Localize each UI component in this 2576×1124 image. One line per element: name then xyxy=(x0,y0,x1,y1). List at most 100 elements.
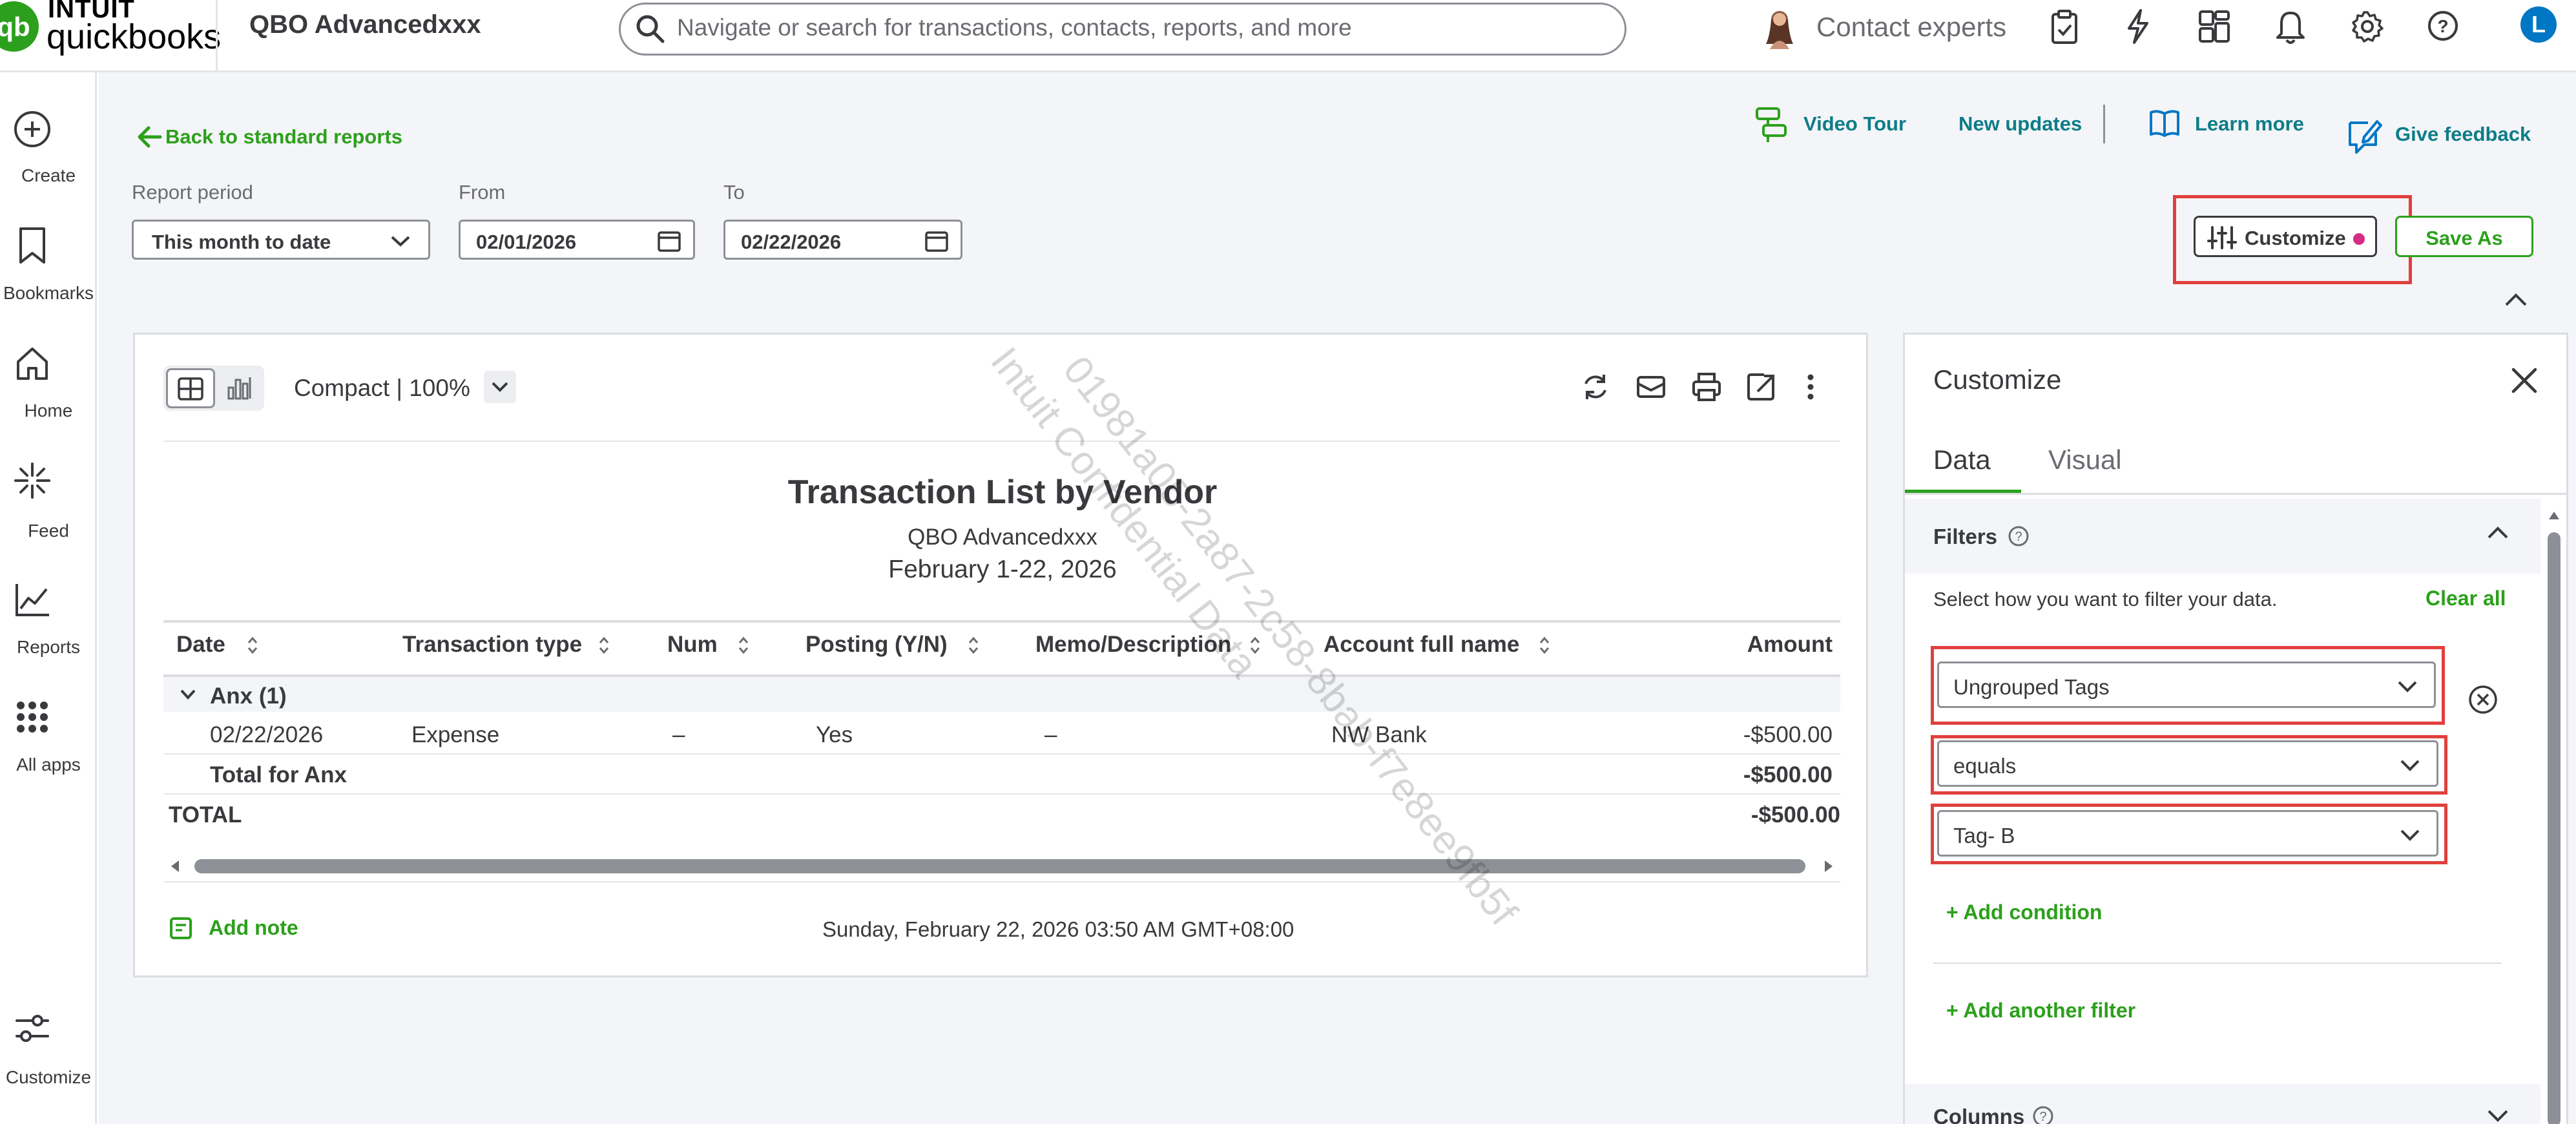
panel-scrollbar-thumb[interactable] xyxy=(2548,532,2560,1124)
sort-icon[interactable] xyxy=(246,634,259,656)
chart-icon[interactable] xyxy=(13,580,52,619)
contact-experts-link[interactable]: Contact experts xyxy=(1816,12,2006,43)
filter-divider xyxy=(1933,963,2502,964)
plus-circle-icon[interactable] xyxy=(12,109,53,150)
video-tour-link[interactable]: Video Tour xyxy=(1803,112,1906,136)
table-view-button[interactable] xyxy=(166,368,215,408)
col-num[interactable]: Num xyxy=(667,632,718,658)
back-arrow-icon[interactable] xyxy=(136,123,164,151)
clear-all-link[interactable]: Clear all xyxy=(2425,587,2506,610)
back-to-standard-reports-link[interactable]: Back to standard reports xyxy=(165,125,402,149)
customize-button[interactable]: Customize xyxy=(2194,216,2377,257)
note-icon[interactable] xyxy=(169,916,193,941)
add-condition-link[interactable]: + Add condition xyxy=(1946,900,2102,924)
new-updates-link[interactable]: New updates xyxy=(1958,112,2082,136)
add-note-link[interactable]: Add note xyxy=(209,916,298,940)
chevron-up-icon[interactable] xyxy=(2485,523,2511,544)
give-feedback-link[interactable]: Give feedback xyxy=(2395,123,2531,146)
chevron-down-icon[interactable] xyxy=(179,687,197,702)
scrollbar-thumb[interactable] xyxy=(194,859,1805,873)
email-icon[interactable] xyxy=(1635,371,1667,403)
columns-section-header[interactable]: Columns ? xyxy=(1905,1084,2540,1124)
nav-create[interactable]: Create xyxy=(0,165,97,186)
table-header: Date Transaction type Num Posting (Y/N) … xyxy=(163,632,1840,671)
group-row[interactable]: Anx (1) xyxy=(163,677,1840,712)
nav-all-apps[interactable]: All apps xyxy=(0,755,97,775)
nav-feed[interactable]: Feed xyxy=(0,521,97,541)
filter-operator-select[interactable]: equals xyxy=(1937,740,2438,787)
filter-value-select[interactable]: Tag- B xyxy=(1937,810,2438,857)
home-icon[interactable] xyxy=(13,344,52,382)
filters-section-header[interactable]: Filters ? xyxy=(1905,499,2540,574)
calendar-icon[interactable] xyxy=(924,229,949,253)
chart-view-icon[interactable] xyxy=(227,375,254,401)
chevron-down-icon[interactable] xyxy=(2485,1105,2511,1124)
quickbooks-logo-icon[interactable]: qb xyxy=(0,1,39,52)
collapse-chevron-up-icon[interactable] xyxy=(2500,287,2532,314)
book-icon[interactable] xyxy=(2148,109,2181,138)
chevron-down-icon xyxy=(390,233,411,249)
lightning-icon[interactable] xyxy=(2124,8,2152,45)
report-period-select[interactable]: This month to date xyxy=(132,220,430,260)
apps-switch-icon[interactable] xyxy=(2197,9,2231,44)
close-icon[interactable] xyxy=(2508,364,2540,397)
calendar-icon[interactable] xyxy=(657,229,681,253)
col-amount[interactable]: Amount xyxy=(1747,632,1833,658)
bell-icon[interactable] xyxy=(2275,8,2306,45)
export-icon[interactable] xyxy=(1745,371,1777,403)
view-density-label[interactable]: Compact | 100% xyxy=(294,375,470,402)
sort-icon[interactable] xyxy=(1249,634,1262,656)
col-posting[interactable]: Posting (Y/N) xyxy=(805,632,948,658)
from-date-input[interactable]: 02/01/2026 xyxy=(459,220,695,260)
feedback-icon[interactable] xyxy=(2345,116,2382,156)
sort-icon[interactable] xyxy=(597,634,610,656)
total-amount[interactable]: -$500.00 xyxy=(1751,802,1840,828)
col-account[interactable]: Account full name xyxy=(1324,632,1519,658)
sort-icon[interactable] xyxy=(967,634,980,656)
grid-icon[interactable] xyxy=(14,699,50,735)
table-row[interactable]: 02/22/2026 Expense – Yes – NW Bank -$500… xyxy=(163,714,1840,752)
help-icon[interactable]: ? xyxy=(2031,1105,2055,1124)
col-memo[interactable]: Memo/Description xyxy=(1035,632,1231,658)
sparkle-icon[interactable] xyxy=(13,461,52,500)
nav-home[interactable]: Home xyxy=(0,401,97,421)
help-icon[interactable]: ? xyxy=(2426,9,2460,43)
sliders-icon[interactable] xyxy=(13,1010,52,1046)
horizontal-scrollbar[interactable] xyxy=(163,857,1840,876)
to-date-input[interactable]: 02/22/2026 xyxy=(723,220,962,260)
panel-scrollbar[interactable] xyxy=(2544,506,2564,1124)
search-placeholder[interactable]: Navigate or search for transactions, con… xyxy=(677,14,1352,41)
cell-date: 02/22/2026 xyxy=(210,722,324,747)
cell-type[interactable]: Expense xyxy=(411,722,499,748)
expert-avatar-icon[interactable] xyxy=(1757,4,1802,49)
view-density-dropdown[interactable] xyxy=(484,371,516,403)
col-date[interactable]: Date xyxy=(176,632,225,658)
video-tour-icon[interactable] xyxy=(1754,106,1788,143)
save-as-button[interactable]: Save As xyxy=(2395,216,2533,257)
nav-reports[interactable]: Reports xyxy=(0,637,97,658)
nav-bookmarks[interactable]: Bookmarks xyxy=(0,283,97,304)
tab-data[interactable]: Data xyxy=(1933,444,1991,475)
help-icon[interactable]: ? xyxy=(2007,525,2030,548)
sort-icon[interactable] xyxy=(737,634,750,656)
tab-visual[interactable]: Visual xyxy=(2048,444,2122,475)
nav-customize[interactable]: Customize xyxy=(0,1067,97,1088)
company-name[interactable]: QBO Advancedxxx xyxy=(249,10,481,39)
add-another-filter-link[interactable]: + Add another filter xyxy=(1946,999,2135,1023)
sort-icon[interactable] xyxy=(1538,634,1551,656)
user-avatar[interactable]: L xyxy=(2520,6,2557,43)
gear-icon[interactable] xyxy=(2350,9,2385,44)
remove-filter-icon[interactable] xyxy=(2467,683,2499,716)
col-transaction-type[interactable]: Transaction type xyxy=(402,632,582,658)
report-timestamp: Sunday, February 22, 2026 03:50 AM GMT+0… xyxy=(822,917,1294,941)
filter-field-select[interactable]: Ungrouped Tags xyxy=(1937,661,2436,708)
total-for-label: Total for Anx xyxy=(210,762,347,787)
clipboard-icon[interactable] xyxy=(2049,9,2080,45)
more-options-icon[interactable] xyxy=(1803,371,1818,403)
cell-amount[interactable]: -$500.00 xyxy=(1743,722,1833,748)
learn-more-link[interactable]: Learn more xyxy=(2195,112,2304,136)
bookmark-icon[interactable] xyxy=(14,225,50,266)
print-icon[interactable] xyxy=(1690,371,1723,403)
refresh-icon[interactable] xyxy=(1579,371,1612,403)
total-for-amount[interactable]: -$500.00 xyxy=(1743,762,1833,788)
